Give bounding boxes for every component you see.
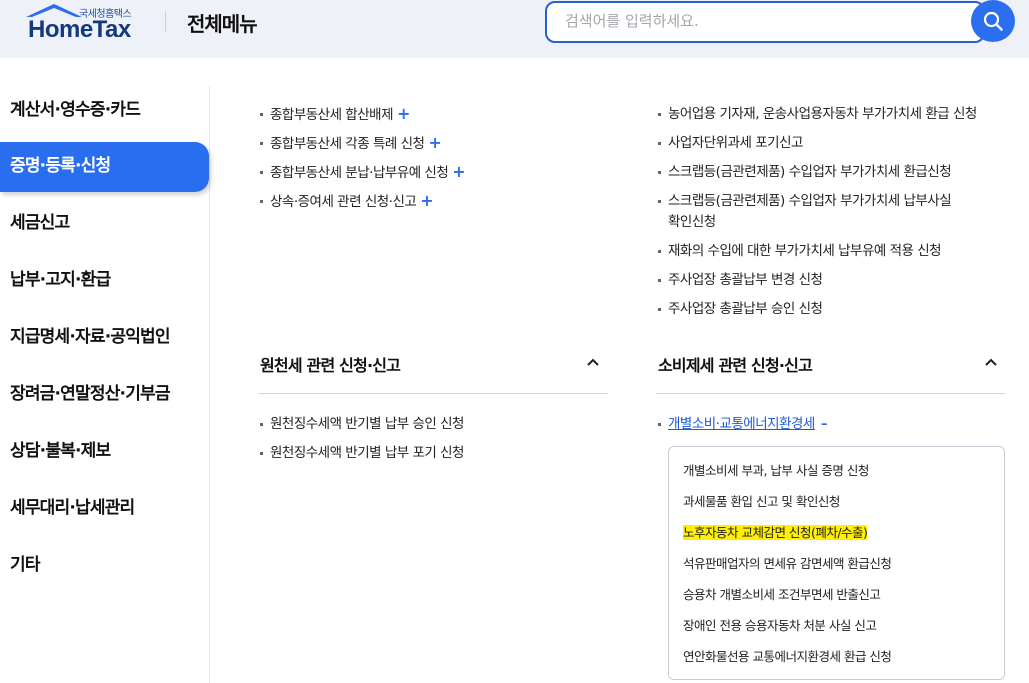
bullet [260, 113, 263, 116]
bullet [260, 452, 263, 455]
list-item[interactable]: 재화의 수입에 대한 부가가치세 납부유예 적용 신청 [658, 241, 942, 261]
submenu-item-highlighted[interactable]: 노후자동차 교체감면 신청(폐차/수출) [683, 522, 868, 541]
list-item-label: 종합부동산세 합산배제 [270, 107, 394, 123]
bullet [658, 171, 661, 174]
search-icon [983, 11, 1003, 31]
chevron-up-icon[interactable] [586, 357, 600, 367]
bullet [658, 142, 661, 145]
list-item[interactable]: 스크랩등(금관련제품) 수입업자 부가가치세 환급신청 [658, 162, 952, 182]
list-item-label: 농어업용 기자재, 운송사업용자동차 부가가치세 환급 신청 [668, 106, 977, 122]
sidebar-item-consultation[interactable]: 상담·불복·제보 [0, 427, 209, 477]
list-item-continuation[interactable]: 확인신청 [668, 212, 716, 232]
list-item[interactable]: 농어업용 기자재, 운송사업용자동차 부가가치세 환급 신청 [658, 104, 977, 124]
submenu-item[interactable]: 장애인 전용 승용자동차 처분 사실 신고 [683, 615, 877, 634]
submenu-item[interactable]: 승용차 개별소비세 조건부면세 반출신고 [683, 584, 881, 603]
expanded-item-link[interactable]: 개별소비·교통에너지환경세 [668, 416, 815, 432]
search-input[interactable] [565, 12, 955, 30]
sidebar-item-statements[interactable]: 지급명세·자료·공익법인 [0, 313, 209, 363]
list-item-label: 스크랩등(금관련제품) 수입업자 부가가치세 납부사실 [668, 193, 952, 209]
list-item[interactable]: 주사업장 총괄납부 승인 신청 [658, 299, 823, 319]
bullet [260, 423, 263, 426]
header-divider [165, 12, 166, 32]
expand-plus-icon[interactable]: + [428, 133, 441, 152]
list-item-label: 확인신청 [668, 214, 716, 230]
bullet [260, 200, 263, 203]
bullet [658, 279, 661, 282]
sidebar-item-certificates[interactable]: 증명·등록·신청 [0, 142, 209, 192]
sidebar-item-tax-agent[interactable]: 세무대리·납세관리 [0, 484, 209, 534]
list-item[interactable]: 스크랩등(금관련제품) 수입업자 부가가치세 납부사실 [658, 191, 952, 211]
section-divider [258, 393, 608, 394]
bullet [658, 308, 661, 311]
category-sidebar: 계산서·영수증·카드 증명·등록·신청 세금신고 납부·고지·환급 지급명세·자… [0, 86, 210, 683]
section-title-withholding[interactable]: 원천세 관련 신청·신고 [260, 352, 401, 376]
collapse-minus-icon[interactable]: – [821, 416, 828, 432]
submenu-item[interactable]: 개별소비세 부과, 납부 사실 증명 신청 [683, 460, 869, 479]
list-item[interactable]: 원천징수세액 반기별 납부 포기 신청 [260, 443, 464, 463]
sidebar-item-incentives[interactable]: 장려금·연말정산·기부금 [0, 370, 209, 420]
list-item-expanded[interactable]: 개별소비·교통에너지환경세 – [658, 414, 828, 434]
expand-plus-icon[interactable]: + [397, 104, 410, 123]
bullet [658, 423, 661, 426]
list-item[interactable]: 원천징수세액 반기별 납부 승인 신청 [260, 414, 464, 434]
list-item-label: 주사업장 총괄납부 변경 신청 [668, 272, 823, 288]
sidebar-item-payment[interactable]: 납부·고지·환급 [0, 256, 209, 306]
bullet [658, 250, 661, 253]
list-item[interactable]: 사업자단위과세 포기신고 [658, 133, 803, 153]
list-item-label: 종합부동산세 각종 특례 신청 [270, 136, 425, 152]
list-item[interactable]: 종합부동산세 합산배제 + [260, 104, 410, 125]
list-item-label: 재화의 수입에 대한 부가가치세 납부유예 적용 신청 [668, 243, 942, 259]
bullet [658, 200, 661, 203]
sidebar-item-invoices[interactable]: 계산서·영수증·카드 [0, 86, 209, 136]
logo-wordmark: HomeTax [28, 16, 131, 43]
submenu-item[interactable]: 과세물품 환입 신고 및 확인신청 [683, 491, 840, 510]
chevron-up-icon[interactable] [984, 357, 998, 367]
list-item-label: 원천징수세액 반기별 납부 승인 신청 [270, 416, 464, 432]
page-title: 전체메뉴 [187, 12, 258, 36]
list-item-label: 상속·증여세 관련 신청·신고 [270, 194, 417, 210]
list-item[interactable]: 종합부동산세 각종 특례 신청 + [260, 133, 442, 154]
search-button[interactable] [971, 0, 1015, 42]
list-item-label: 원천징수세액 반기별 납부 포기 신청 [270, 445, 464, 461]
bullet [260, 171, 263, 174]
hometax-logo[interactable]: 국세청홈택스 HomeTax [22, 3, 146, 43]
sidebar-item-etc[interactable]: 기타 [0, 541, 209, 591]
list-item[interactable]: 주사업장 총괄납부 변경 신청 [658, 270, 823, 290]
submenu-item[interactable]: 연안화물선용 교통에너지환경세 환급 신청 [683, 646, 892, 665]
search-box [545, 1, 985, 43]
bullet [658, 113, 661, 116]
list-item-label: 사업자단위과세 포기신고 [668, 135, 803, 151]
submenu-panel: 개별소비세 부과, 납부 사실 증명 신청 과세물품 환입 신고 및 확인신청 … [668, 446, 1005, 680]
list-item[interactable]: 상속·증여세 관련 신청·신고 + [260, 191, 434, 212]
bullet [260, 142, 263, 145]
list-item[interactable]: 종합부동산세 분납·납부유예 신청 + [260, 162, 466, 183]
highlighted-label: 노후자동차 교체감면 신청(폐차/수출) [683, 525, 868, 540]
top-header: 국세청홈택스 HomeTax 전체메뉴 [0, 0, 1029, 58]
submenu-item[interactable]: 석유판매업자의 면세유 감면세액 환급신청 [683, 553, 892, 572]
section-title-consumption[interactable]: 소비제세 관련 신청·신고 [658, 352, 813, 376]
list-item-label: 주사업장 총괄납부 승인 신청 [668, 301, 823, 317]
expand-plus-icon[interactable]: + [452, 162, 465, 181]
expand-plus-icon[interactable]: + [420, 191, 433, 210]
list-item-label: 스크랩등(금관련제품) 수입업자 부가가치세 환급신청 [668, 164, 952, 180]
list-item-label: 종합부동산세 분납·납부유예 신청 [270, 165, 449, 181]
section-divider [656, 393, 1005, 394]
sidebar-item-tax-filing[interactable]: 세금신고 [0, 199, 209, 249]
